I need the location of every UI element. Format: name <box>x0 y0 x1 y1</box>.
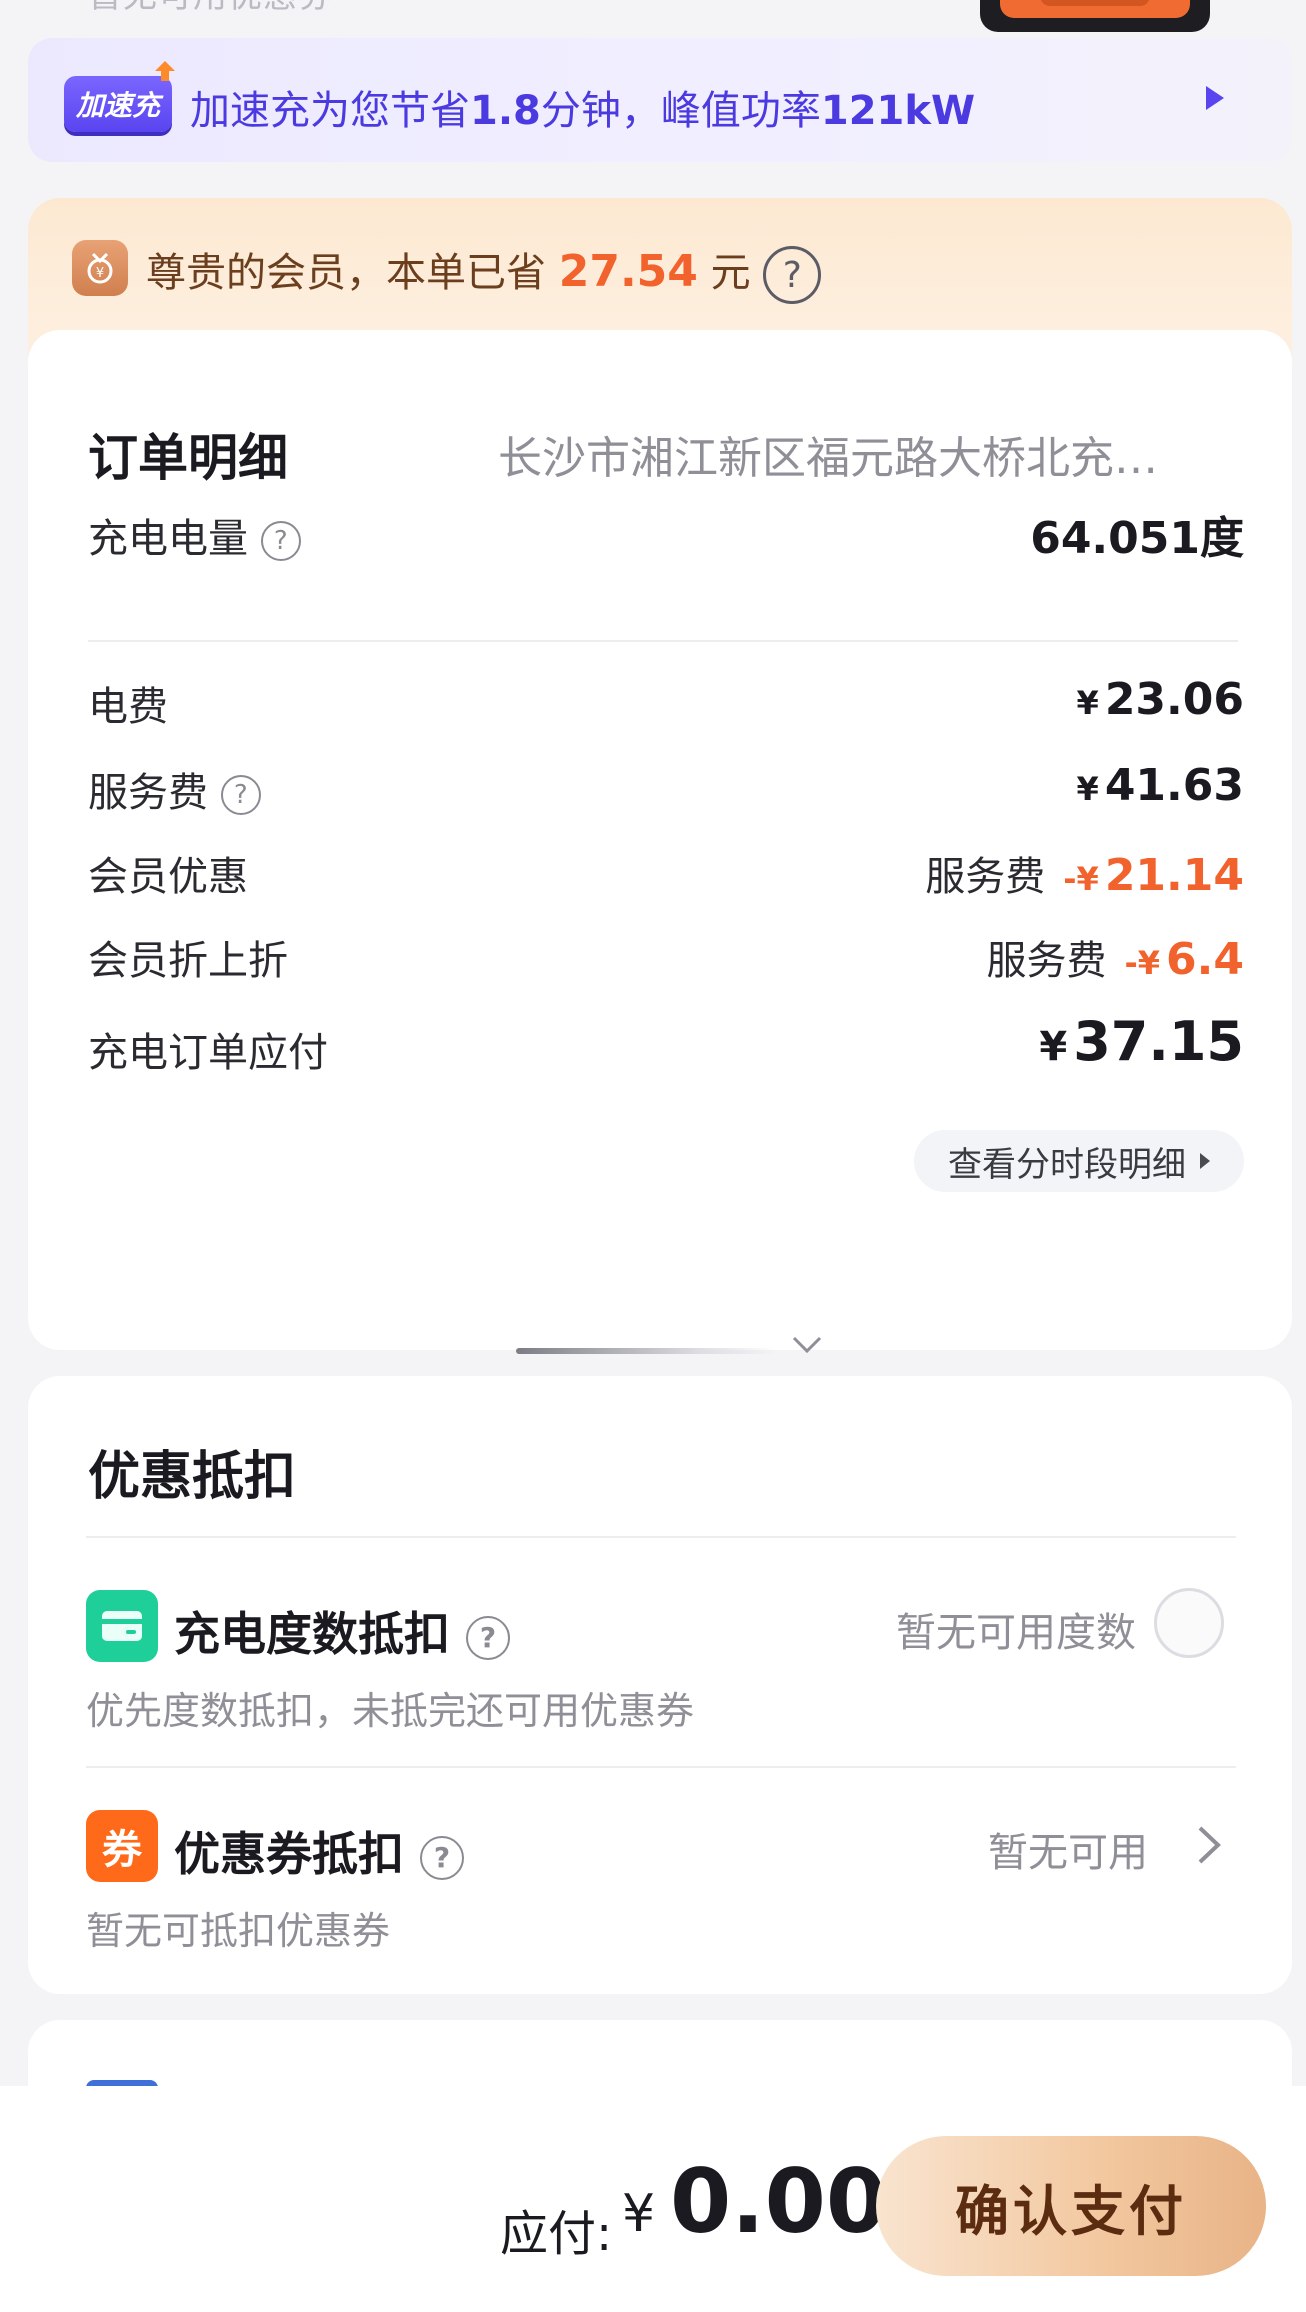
member-savings-text: 尊贵的会员，本单已省 27.54 元 ? <box>146 240 822 304</box>
discount-title: 优惠抵扣 <box>88 1447 297 1507</box>
service-fee-help-icon[interactable]: ? <box>220 775 261 815</box>
member-extra-discount-label: 会员折上折 <box>88 938 288 984</box>
member-savings-card: ¥ 尊贵的会员，本单已省 27.54 元 ? 订单明细 长沙市湘江新区福元路大桥… <box>28 198 1292 1354</box>
confirm-pay-button[interactable]: 确认支付 <box>876 2136 1266 2276</box>
speed-charge-badge-label: 加速充 <box>64 76 172 132</box>
member-extra-discount-amount: 6.4 <box>1166 934 1244 985</box>
coupon-deduction-item[interactable]: 券 优惠券抵扣 ? 暂无可抵扣优惠券 暂无可用 <box>86 1810 1236 1953</box>
coupon-deduction-help-icon[interactable]: ? <box>420 1835 465 1880</box>
service-fee-label-text: 服务费 <box>88 770 208 816</box>
currency-symbol: -¥ <box>1124 944 1161 982</box>
member-discount-note: 服务费 <box>925 854 1046 900</box>
coupon-deduction-title: 优惠券抵扣 <box>174 1827 404 1881</box>
energy-label: 充电电量 ? <box>88 506 301 564</box>
energy-value: 64.051度 <box>1030 513 1244 564</box>
speed-text-mid: 分钟，峰值功率 <box>540 88 821 134</box>
coupon-deduction-subtitle: 暂无可抵扣优惠券 <box>86 1909 391 1953</box>
member-text-prefix: 尊贵的会员，本单已省 <box>146 250 546 296</box>
currency-symbol: ¥ <box>1076 770 1099 808</box>
service-fee-amount: 41.63 <box>1104 760 1244 811</box>
member-discount-label: 会员优惠 <box>88 854 248 900</box>
speed-minutes: 1.8 <box>470 88 541 134</box>
chevron-right-icon[interactable] <box>1194 1824 1224 1866</box>
divider <box>86 1536 1236 1538</box>
member-unit: 元 <box>710 250 751 296</box>
order-detail-card: 订单明细 长沙市湘江新区福元路大桥北充… 充电电量 ? 64.051度 电费 ¥… <box>28 330 1292 1354</box>
payable-label: 应付: <box>500 2206 613 2262</box>
play-triangle-icon[interactable] <box>1206 86 1224 110</box>
service-fee-label: 服务费 ? <box>88 760 261 818</box>
energy-deduction-subtitle: 优先度数抵扣，未抵完还可用优惠券 <box>86 1689 695 1733</box>
electricity-fee-amount: 23.06 <box>1104 674 1244 725</box>
time-period-detail-button[interactable]: 查看分时段明细 <box>914 1130 1244 1192</box>
currency-symbol: ¥ <box>1039 1024 1068 1070</box>
coupon-deduction-title-wrap: 优惠券抵扣 ? <box>174 1818 465 1884</box>
member-discount-value: 服务费 -¥ 21.14 <box>925 844 1244 902</box>
triangle-right-icon <box>1200 1153 1210 1169</box>
energy-deduction-status: 暂无可用度数 <box>896 1610 1136 1656</box>
order-payable-amount: 37.15 <box>1073 1010 1244 1073</box>
coupon-deduction-status: 暂无可用 <box>988 1830 1148 1876</box>
energy-help-icon[interactable]: ? <box>260 521 301 561</box>
medal-icon: ¥ <box>72 240 128 296</box>
member-discount-amount: 21.14 <box>1104 850 1244 901</box>
order-payable-value: ¥37.15 <box>1039 1010 1244 1073</box>
svg-text:¥: ¥ <box>96 266 104 281</box>
electricity-fee-label: 电费 <box>88 684 168 730</box>
speed-charge-text: 加速充为您节省1.8分钟，峰值功率121kW <box>190 78 975 136</box>
time-period-detail-label: 查看分时段明细 <box>948 1144 1186 1185</box>
speed-power: 121kW <box>820 88 976 134</box>
member-extra-discount-value: 服务费 -¥ 6.4 <box>987 928 1245 986</box>
service-fee-value: ¥41.63 <box>1077 760 1244 811</box>
coupon-icon: 券 <box>86 1810 158 1882</box>
energy-deduction-title: 充电度数抵扣 <box>174 1607 450 1661</box>
currency-symbol: -¥ <box>1063 860 1099 898</box>
station-name: 长沙市湘江新区福元路大桥北充… <box>498 433 1158 484</box>
member-savings-amount: 27.54 <box>558 246 698 297</box>
energy-deduction-radio[interactable] <box>1154 1588 1224 1658</box>
energy-deduction-item[interactable]: 充电度数抵扣 ? 优先度数抵扣，未抵完还可用优惠券 暂无可用度数 <box>86 1588 1236 1733</box>
electricity-fee-value: ¥23.06 <box>1077 674 1244 725</box>
order-payable-label: 充电订单应付 <box>88 1030 328 1076</box>
currency-symbol: ¥ <box>622 2184 656 2244</box>
card-icon <box>86 1590 158 1662</box>
energy-deduction-title-wrap: 充电度数抵扣 ? <box>174 1598 511 1664</box>
speed-text-prefix: 加速充为您节省 <box>190 88 470 134</box>
chevron-down-icon[interactable] <box>790 1328 824 1362</box>
payable-amount: 0.00 <box>670 2150 888 2253</box>
speed-charge-badge: 加速充 <box>64 61 175 132</box>
member-help-icon[interactable]: ? <box>763 246 822 304</box>
energy-label-text: 充电电量 <box>88 516 248 562</box>
currency-symbol: ¥ <box>1076 684 1099 722</box>
charger-illustration <box>980 0 1210 32</box>
discount-card: 优惠抵扣 充电度数抵扣 ? 优先度数抵扣，未抵完还可用优惠券 暂无可用度数 券 … <box>28 1376 1292 1994</box>
member-extra-discount-note: 服务费 <box>986 938 1107 984</box>
divider <box>88 640 1238 642</box>
up-arrow-icon <box>155 61 175 81</box>
collapse-bar <box>516 1348 776 1354</box>
divider <box>86 1766 1236 1768</box>
bottom-pay-bar: 应付: ¥ 0.00 确认支付 <box>0 2086 1306 2312</box>
speed-charge-banner[interactable]: 加速充 加速充为您节省1.8分钟，峰值功率121kW <box>28 38 1292 162</box>
energy-deduction-help-icon[interactable]: ? <box>466 1615 511 1660</box>
cropped-header-text: 暂无可用优惠券 <box>88 0 333 17</box>
order-detail-title: 订单明细 <box>88 429 288 487</box>
